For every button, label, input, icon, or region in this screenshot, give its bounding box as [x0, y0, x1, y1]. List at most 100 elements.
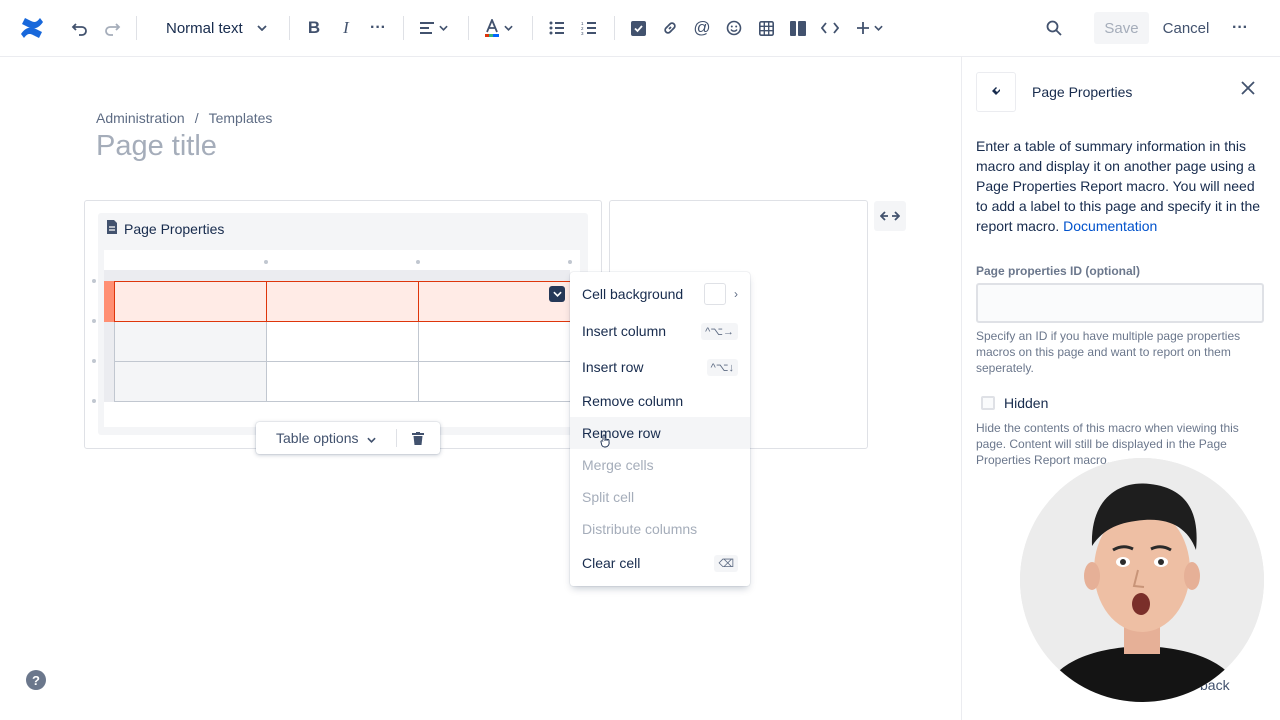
search-icon[interactable]: [1042, 14, 1066, 42]
documentation-link[interactable]: Documentation: [1063, 218, 1157, 234]
row-handle-selected[interactable]: [104, 281, 114, 322]
help-icon[interactable]: ?: [26, 670, 46, 690]
color-swatch: [704, 283, 726, 305]
emoji-icon[interactable]: [722, 14, 746, 42]
page-properties-id-help: Specify an ID if you have multiple page …: [976, 329, 1241, 375]
insert-marker[interactable]: [264, 260, 268, 264]
row-insert-marker[interactable]: [92, 359, 96, 363]
text-color-icon[interactable]: [481, 14, 515, 42]
table-cell[interactable]: [266, 281, 419, 322]
table-cell[interactable]: [418, 281, 571, 322]
more-formatting-icon[interactable]: ···: [366, 14, 390, 42]
confluence-logo-icon[interactable]: [18, 14, 46, 42]
text-style-dropdown[interactable]: Normal text: [160, 14, 270, 42]
menu-item-clear-cell[interactable]: Clear cell ⌫: [570, 547, 750, 579]
page-title-input[interactable]: Page title: [96, 130, 217, 163]
mention-icon[interactable]: @: [690, 14, 714, 42]
cell-options-chevron-icon[interactable]: [549, 286, 565, 302]
bullet-list-icon[interactable]: [545, 14, 569, 42]
properties-table: [114, 281, 571, 402]
menu-item-cell-background[interactable]: Cell background ›: [570, 278, 750, 310]
menu-item-distribute-columns[interactable]: Distribute columns: [570, 513, 750, 545]
menu-item-label: Insert row: [582, 359, 644, 375]
table-cell[interactable]: [114, 281, 267, 322]
svg-text:3: 3: [581, 31, 584, 35]
menu-item-remove-column[interactable]: Remove column: [570, 385, 750, 417]
table-cell[interactable]: [418, 321, 571, 362]
menu-item-label: Remove column: [582, 393, 684, 409]
expand-width-icon[interactable]: [874, 201, 906, 231]
chevron-right-icon: ›: [734, 287, 738, 301]
toolbar-divider: [532, 16, 533, 40]
macro-label: Page Properties: [124, 220, 225, 237]
more-actions-icon[interactable]: ···: [1228, 14, 1252, 42]
alignment-icon[interactable]: [416, 14, 450, 42]
menu-item-label: Cell background: [582, 286, 684, 302]
text-style-label: Normal text: [166, 19, 243, 37]
table-cell[interactable]: [114, 321, 267, 362]
task-checkbox-icon[interactable]: [626, 14, 650, 42]
table-cell[interactable]: [418, 361, 571, 402]
toolbar-divider: [136, 16, 137, 40]
mouse-pointer-icon: [600, 434, 612, 453]
menu-item-label: Insert column: [582, 323, 667, 339]
table-cell[interactable]: [266, 321, 419, 362]
menu-item-split-cell[interactable]: Split cell: [570, 481, 750, 513]
row-insert-marker[interactable]: [92, 279, 96, 283]
menu-item-insert-row[interactable]: Insert row ^⌥↓: [570, 351, 750, 383]
menu-item-remove-row[interactable]: Remove row: [570, 417, 750, 449]
redo-icon[interactable]: [100, 14, 124, 42]
editor-toolbar: Normal text B I ··· 123 @ Save Cancel ··…: [0, 0, 1280, 57]
toolbar-divider: [403, 16, 404, 40]
presenter-video-image: [1020, 458, 1264, 702]
menu-item-merge-cells[interactable]: Merge cells: [570, 449, 750, 481]
close-icon[interactable]: [1236, 76, 1260, 100]
toolbar-divider: [468, 16, 469, 40]
table-cell[interactable]: [266, 361, 419, 402]
save-button[interactable]: Save: [1094, 12, 1149, 44]
row-insert-marker[interactable]: [92, 319, 96, 323]
layouts-icon[interactable]: [786, 14, 810, 42]
numbered-list-icon[interactable]: 123: [577, 14, 601, 42]
code-icon[interactable]: [818, 14, 842, 42]
panel-title: Page Properties: [1032, 84, 1133, 100]
hidden-checkbox-label[interactable]: Hidden: [1004, 395, 1048, 411]
table-row: [114, 361, 571, 402]
webcam-overlay: [1020, 458, 1264, 702]
row-handle[interactable]: [104, 322, 114, 362]
menu-item-insert-column[interactable]: Insert column ^⌥→: [570, 315, 750, 347]
table-options-button[interactable]: Table options: [256, 430, 396, 446]
breadcrumb-item-templates[interactable]: Templates: [209, 110, 273, 126]
keyboard-shortcut: ^⌥→: [701, 322, 738, 340]
italic-icon[interactable]: I: [334, 14, 358, 42]
row-handle[interactable]: [104, 362, 114, 402]
bold-icon[interactable]: B: [302, 14, 326, 42]
menu-item-label: Distribute columns: [582, 521, 698, 537]
panel-description: Enter a table of summary information in …: [976, 136, 1266, 236]
menu-item-label: Split cell: [582, 489, 635, 505]
macro-icon-box: [976, 72, 1016, 112]
hidden-checkbox[interactable]: [981, 396, 995, 410]
table-cell[interactable]: [114, 361, 267, 402]
breadcrumb-item-administration[interactable]: Administration: [96, 110, 185, 126]
insert-marker[interactable]: [416, 260, 420, 264]
insert-plus-icon[interactable]: [852, 14, 886, 42]
row-insert-marker[interactable]: [92, 399, 96, 403]
column-controls-strip[interactable]: [104, 270, 570, 281]
cell-context-menu: Cell background › Insert column ^⌥→ Inse…: [570, 272, 750, 586]
undo-icon[interactable]: [68, 14, 92, 42]
page-properties-id-input[interactable]: [976, 283, 1264, 323]
insert-marker[interactable]: [568, 260, 572, 264]
keyboard-shortcut: ⌫: [714, 554, 738, 572]
keyboard-shortcut: ^⌥↓: [706, 358, 738, 376]
chevron-down-icon: [366, 430, 376, 446]
link-icon[interactable]: [658, 14, 682, 42]
table-options-label: Table options: [276, 430, 359, 446]
cancel-button[interactable]: Cancel: [1160, 12, 1212, 44]
menu-item-label: Clear cell: [582, 555, 641, 571]
toolbar-divider: [614, 16, 615, 40]
chevron-down-icon: [257, 25, 267, 31]
table-icon[interactable]: [754, 14, 778, 42]
toolbar-divider: [289, 16, 290, 40]
delete-table-icon[interactable]: [397, 431, 439, 445]
